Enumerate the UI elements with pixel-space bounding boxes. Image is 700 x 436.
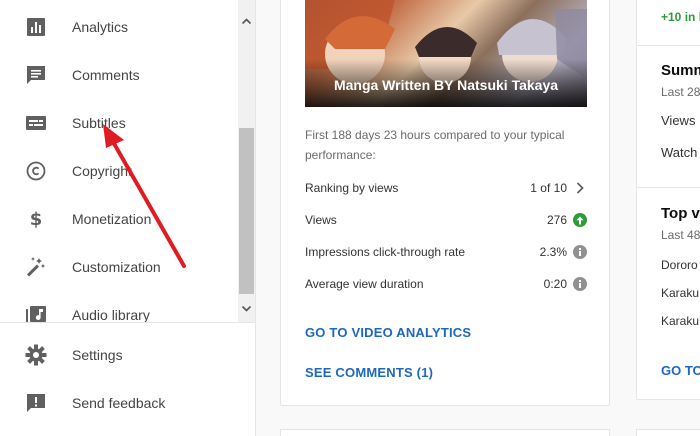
sidebar-item-label: Settings — [72, 347, 123, 363]
next-card-edge — [280, 429, 610, 436]
summary-subtitle: Last 28 — [661, 85, 700, 99]
summary-title: Summ — [661, 62, 700, 79]
sidebar-item-label: Comments — [72, 67, 140, 83]
sidebar-item-analytics[interactable]: Analytics — [0, 3, 238, 51]
stat-label: Ranking by views — [305, 181, 399, 195]
stat-label: Impressions click-through rate — [305, 245, 466, 259]
magic-wand-icon — [24, 255, 48, 279]
sidebar-item-customization[interactable]: Customization — [0, 243, 238, 291]
summary-metric: Views — [661, 113, 696, 128]
comments-icon — [24, 63, 48, 87]
sidebar-item-comments[interactable]: Comments — [0, 51, 238, 99]
stat-value: 0:20 — [543, 277, 567, 291]
analytics-icon — [24, 15, 48, 39]
sidebar-item-label: Audio library — [72, 307, 150, 322]
sidebar-item-label: Send feedback — [72, 395, 166, 411]
svg-text:$: $ — [30, 209, 43, 229]
sidebar-item-monetization[interactable]: $ Monetization — [0, 195, 238, 243]
scroll-down-icon[interactable] — [238, 302, 255, 316]
up-arrow-icon — [573, 213, 587, 227]
sidebar-scrollbar[interactable] — [238, 0, 255, 322]
top-videos-title: Top vi — [661, 205, 700, 222]
stat-duration-row: Average view duration 0:20 — [305, 268, 587, 300]
latest-video-card: Manga Written BY Natsuki Takaya First 18… — [280, 0, 610, 406]
channel-analytics-card: +10 in l Summ Last 28 Views Watch Top vi… — [636, 0, 700, 400]
info-icon[interactable] — [573, 245, 587, 259]
stat-label: Average view duration — [305, 277, 424, 291]
comparison-text: First 188 days 23 hours compared to your… — [305, 128, 565, 162]
sidebar-item-settings[interactable]: Settings — [0, 331, 238, 379]
sidebar-divider — [0, 322, 256, 323]
sidebar-item-send-feedback[interactable]: Send feedback — [0, 379, 238, 427]
sidebar-item-label: Copyright — [72, 163, 132, 179]
summary-metric: Watch — [661, 145, 698, 160]
sidebar-item-subtitles[interactable]: Subtitles — [0, 99, 238, 147]
card-divider — [637, 187, 700, 188]
stat-value: 2.3% — [539, 245, 567, 259]
chevron-right-icon[interactable] — [573, 181, 587, 195]
scroll-up-icon[interactable] — [238, 14, 255, 28]
stat-label: Views — [305, 213, 337, 227]
stat-value: 276 — [546, 213, 567, 227]
sidebar: Analytics Comments Subtitles Copyright $… — [0, 0, 256, 436]
copyright-icon — [24, 159, 48, 183]
sidebar-item-label: Subtitles — [72, 115, 126, 131]
scrollbar-thumb[interactable] — [239, 128, 254, 294]
sidebar-item-audio-library[interactable]: Audio library — [0, 291, 238, 322]
sidebar-item-label: Monetization — [72, 211, 152, 227]
gear-icon — [24, 343, 48, 367]
subscriber-delta: +10 in l — [661, 10, 700, 24]
feedback-icon — [24, 391, 48, 415]
dollar-icon: $ — [24, 207, 48, 231]
sidebar-item-label: Analytics — [72, 19, 129, 35]
top-videos-link[interactable]: GO TO — [661, 363, 700, 378]
top-videos-subtitle: Last 48 — [661, 228, 700, 242]
sidebar-nav: Analytics Comments Subtitles Copyright $… — [0, 0, 256, 322]
sidebar-item-label: Customization — [72, 259, 161, 275]
card-divider — [637, 45, 700, 46]
audio-library-icon — [24, 303, 48, 322]
subtitles-icon — [24, 111, 48, 135]
top-video-item[interactable]: Karaku — [661, 286, 699, 300]
top-video-item[interactable]: Dororo — [661, 258, 698, 272]
sidebar-item-copyright[interactable]: Copyright — [0, 147, 238, 195]
stat-value: 1 of 10 — [530, 181, 567, 195]
stat-ranking-row[interactable]: Ranking by views 1 of 10 — [305, 172, 587, 204]
info-icon[interactable] — [573, 277, 587, 291]
top-video-item[interactable]: Karaku — [661, 314, 699, 328]
see-comments-link[interactable]: SEE COMMENTS (1) — [305, 365, 433, 380]
video-analytics-link[interactable]: GO TO VIDEO ANALYTICS — [305, 325, 471, 340]
stat-ctr-row: Impressions click-through rate 2.3% — [305, 236, 587, 268]
stat-views-row: Views 276 — [305, 204, 587, 236]
thumbnail-title: Manga Written BY Natsuki Takaya — [333, 77, 559, 93]
next-card-edge — [636, 429, 700, 436]
video-thumbnail[interactable]: Manga Written BY Natsuki Takaya — [305, 0, 587, 107]
